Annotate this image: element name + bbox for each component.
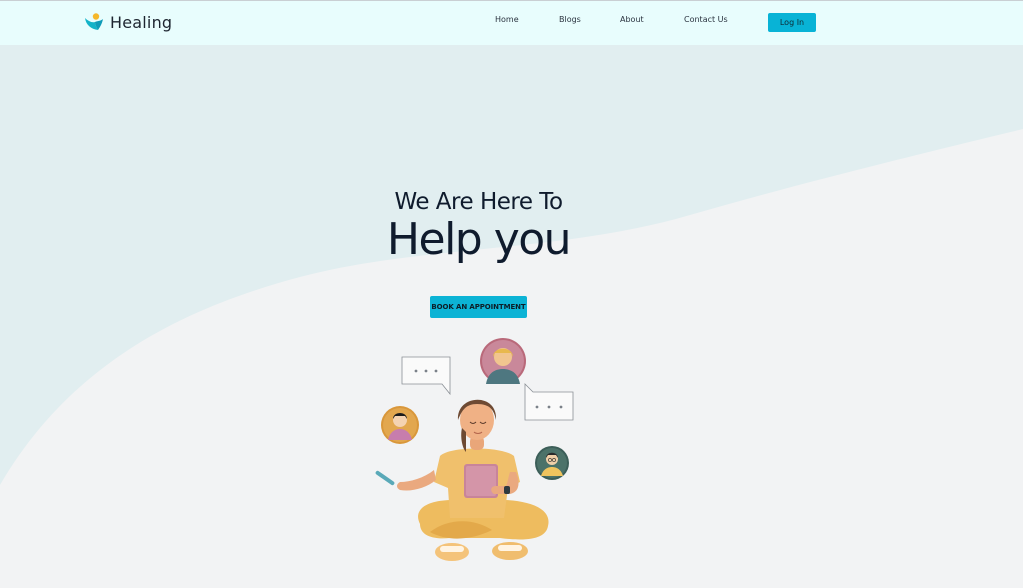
login-button[interactable]: Log In: [768, 13, 816, 32]
meditating-person-with-tablet-illustration: [375, 338, 574, 561]
avatar-person-icon: [381, 406, 419, 444]
brand-name: Healing: [110, 12, 173, 32]
brand-logo[interactable]: Healing: [84, 12, 172, 32]
avatar-woman-icon: [480, 338, 526, 384]
nav-blogs[interactable]: Blogs: [559, 15, 581, 24]
chat-bubble-icon: [524, 383, 574, 421]
book-appointment-button[interactable]: BOOK AN APPOINTMENT: [430, 296, 527, 318]
healing-logo-icon: [85, 13, 103, 30]
hero-subtitle: We Are Here To: [394, 189, 563, 215]
top-nav-bar: Healing Home Blogs About Contact Us Log …: [0, 0, 1023, 45]
hero-title: Help you: [386, 214, 572, 265]
nav-contact-us[interactable]: Contact Us: [684, 15, 728, 24]
nav-about[interactable]: About: [620, 15, 644, 24]
nav-home[interactable]: Home: [495, 15, 519, 24]
avatar-man-glasses-icon: [535, 446, 569, 480]
chat-bubble-icon: [401, 356, 451, 396]
